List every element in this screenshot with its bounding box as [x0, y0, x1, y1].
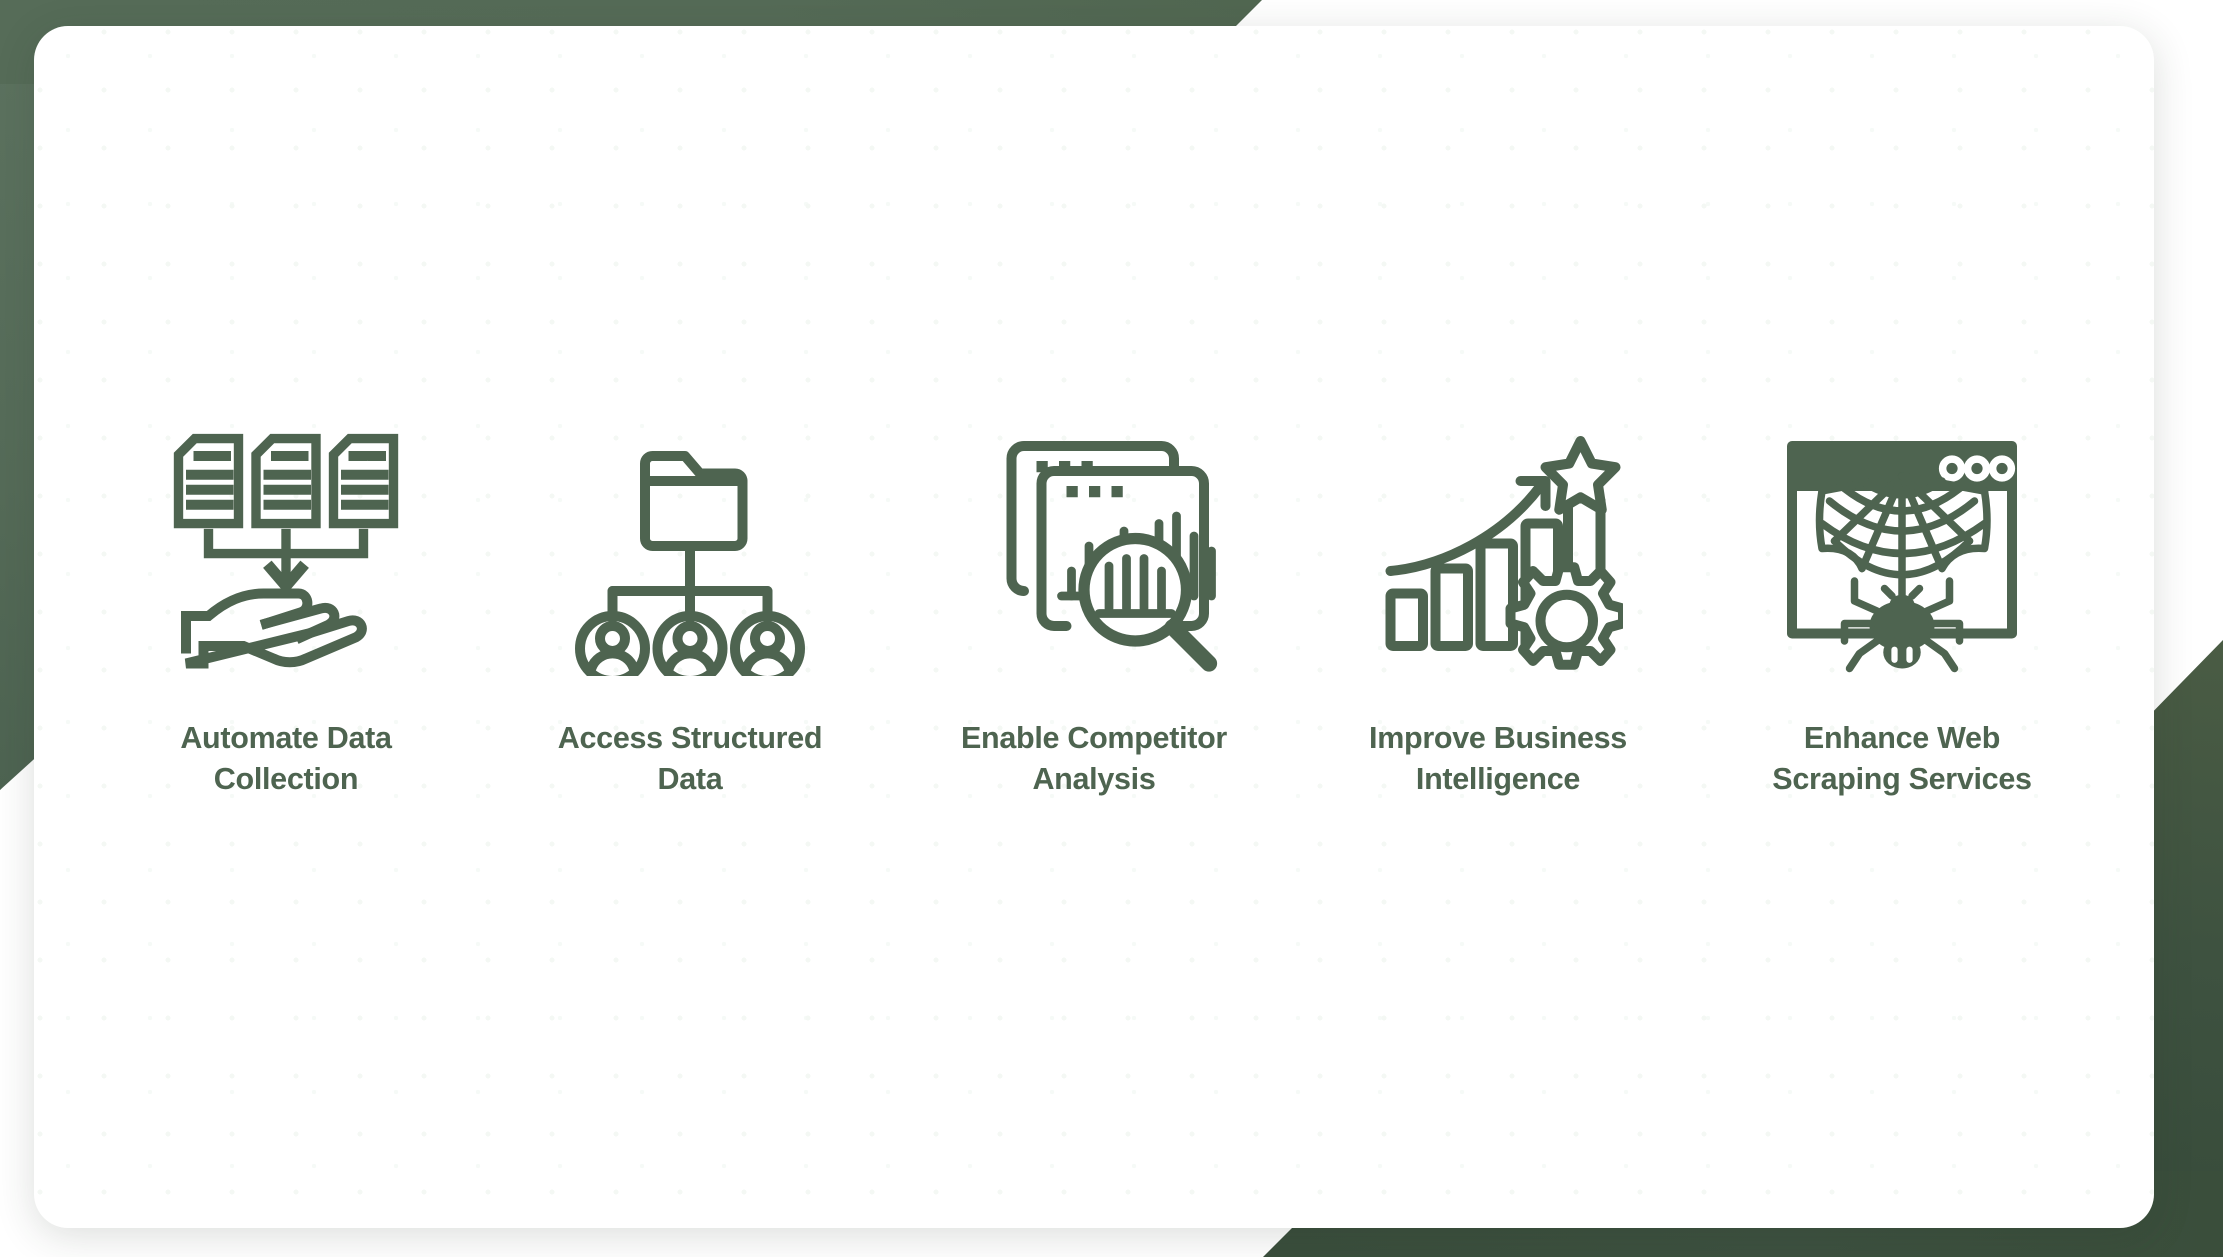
feature-item-access-structured-data[interactable]: Access Structured Data	[488, 406, 892, 800]
folder-org-chart-icon	[550, 406, 830, 696]
browser-bar-chart-magnifier-icon	[954, 406, 1234, 696]
feature-item-automate-data-collection[interactable]: Automate Data Collection	[84, 406, 488, 800]
feature-item-enable-competitor-analysis[interactable]: Enable Competitor Analysis	[892, 406, 1296, 800]
feature-label: Enable Competitor Analysis	[960, 721, 1228, 796]
browser-spider-web-icon	[1762, 406, 2042, 696]
documents-to-hand-icon	[146, 406, 426, 696]
feature-label: Enhance Web Scraping Services	[1772, 721, 2032, 796]
feature-item-enhance-web-scraping-services[interactable]: Enhance Web Scraping Services	[1700, 406, 2104, 800]
feature-list: Automate Data Collection Access Structur…	[34, 406, 2154, 800]
feature-card: Automate Data Collection Access Structur…	[34, 26, 2154, 1228]
feature-item-improve-business-intelligence[interactable]: Improve Business Intelligence	[1296, 406, 1700, 800]
feature-label: Improve Business Intelligence	[1369, 721, 1627, 796]
feature-label: Automate Data Collection	[180, 721, 392, 796]
growth-chart-gear-star-icon	[1358, 406, 1638, 696]
page-root: Automate Data Collection Access Structur…	[0, 0, 2223, 1257]
feature-label: Access Structured Data	[557, 721, 823, 796]
